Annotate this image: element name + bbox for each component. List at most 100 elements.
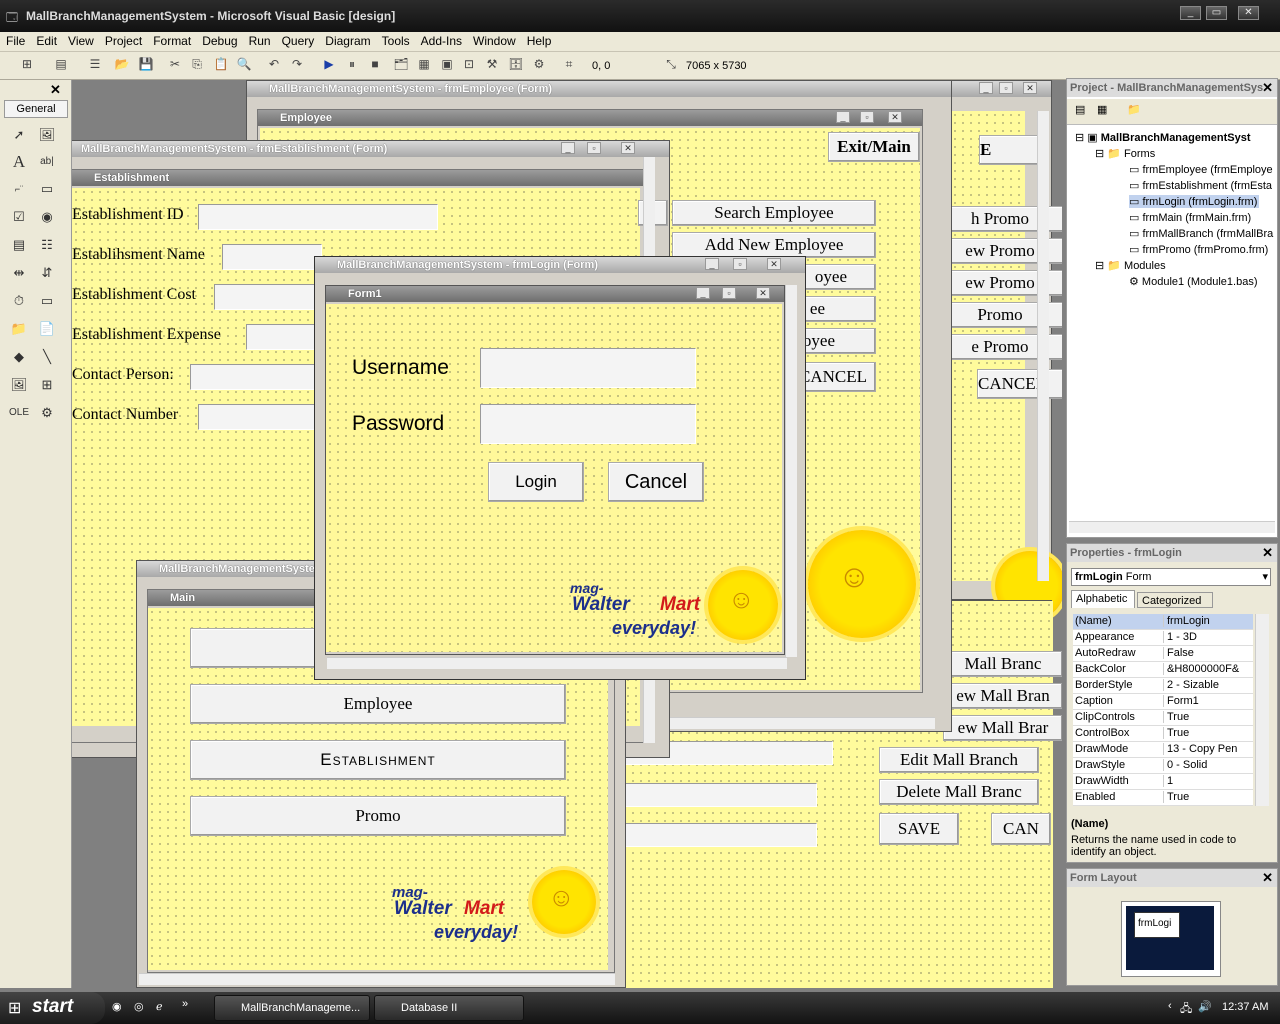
establishment-mdi-close-icon[interactable]: ✕ [621,142,635,154]
tree-form-item[interactable]: ▭ frmMain (frmMain.frm) [1129,211,1251,224]
menu-add-ins[interactable]: Add-Ins [415,32,467,48]
checkbox-tool-icon[interactable]: ☑ [9,207,29,227]
tree-form-item[interactable]: ▭ frmMallBranch (frmMallBra [1129,227,1273,240]
property-row[interactable]: Appearance 1 - 3D [1073,630,1253,646]
add-form-icon[interactable]: ▤ [52,57,70,74]
promo-vscrollbar[interactable] [1037,111,1049,581]
paste-icon[interactable]: 📋 [212,57,230,74]
mallbranch-field-3[interactable] [613,823,817,847]
dirlist-tool-icon[interactable]: 📁 [9,319,29,339]
property-value[interactable]: 1 [1163,775,1173,787]
toolbox-icon[interactable]: ⚒ [483,57,501,74]
tree-modules-folder[interactable]: ⊟ 📁 Modules [1095,259,1166,272]
mallbranch-cancel-button[interactable]: CAN [991,813,1051,845]
tab-alphabetic[interactable]: Alphabetic [1071,590,1135,608]
start-icon[interactable]: ▶ [320,57,338,74]
login-vscrollbar[interactable] [785,285,797,657]
property-row[interactable]: DrawWidth 1 [1073,774,1253,790]
menu-file[interactable]: File [0,32,30,48]
vscrollbar-tool-icon[interactable]: ⇵ [37,263,57,283]
property-row[interactable]: ControlBox True [1073,726,1253,742]
menu-edit[interactable]: Edit [30,32,62,48]
open-icon[interactable]: 📂 [113,57,131,74]
login-hscrollbar[interactable] [327,657,787,669]
establishment-cost-input[interactable] [214,284,322,310]
filelist-tool-icon[interactable]: 📄 [37,319,57,339]
property-value[interactable]: False [1163,647,1194,659]
project-explorer-icon[interactable]: 🗂 [392,57,410,74]
listbox-tool-icon[interactable]: ☷ [37,235,57,255]
property-value[interactable]: 0 - Solid [1163,759,1207,771]
menu-project[interactable]: Project [99,32,147,48]
login-form-title[interactable]: Form1 [326,286,784,302]
property-value[interactable]: 13 - Copy Pen [1163,743,1237,755]
username-input[interactable] [480,348,696,388]
establishment-name-input[interactable] [222,244,322,270]
tree-form-item[interactable]: ▭ frmPromo (frmPromo.frm) [1129,243,1268,256]
property-row[interactable]: BackColor &H8000000F& [1073,662,1253,678]
login-close-icon[interactable]: ✕ [756,287,770,299]
tray-network-icon[interactable]: 🖧 [1180,1000,1192,1019]
menu-query[interactable]: Query [276,32,320,48]
login-mdi-min-icon[interactable]: _ [705,258,719,270]
data-view-icon[interactable]: 🗄 [507,57,525,74]
menu-diagram[interactable]: Diagram [319,32,375,48]
main-hscrollbar[interactable] [139,973,615,985]
menu-help[interactable]: Help [521,32,557,48]
property-row[interactable]: Enabled True [1073,790,1253,806]
clock[interactable]: 12:37 AM [1222,1001,1268,1013]
label-tool-icon[interactable]: A [9,152,29,172]
tray-arrow-icon[interactable]: ‹ [1168,1000,1172,1012]
view-code-icon[interactable]: ▤ [1075,103,1085,116]
project-close-icon[interactable]: ✕ [1262,80,1273,96]
property-value[interactable]: &H8000000F& [1163,663,1239,675]
cancel-button[interactable]: Cancel [608,462,704,502]
establishment-id-input[interactable] [198,204,438,230]
form-position-preview[interactable]: frmLogi [1134,912,1180,938]
promo-close-icon[interactable]: ✕ [1023,82,1037,94]
employee-min-icon[interactable]: _ [836,111,850,123]
menu-editor-icon[interactable]: ☰ [86,57,104,74]
property-value[interactable]: 2 - Sizable [1163,679,1219,691]
save-icon[interactable]: 💾 [137,57,155,74]
employee-mdi-title[interactable]: MallBranchManagementSystem - frmEmployee… [247,81,951,97]
login-mdi-close-icon[interactable]: ✕ [767,258,781,270]
mallbranch-add-button[interactable]: ew Mall Bran [943,683,1062,709]
employee-max-icon[interactable]: ▫ [860,111,874,123]
property-row[interactable]: DrawMode 13 - Copy Pen [1073,742,1253,758]
menu-format[interactable]: Format [147,32,196,48]
find-icon[interactable]: 🔍 [235,57,253,74]
contact-person-input[interactable] [190,364,326,390]
timer-tool-icon[interactable]: ⏱ [9,291,29,311]
tree-forms-folder[interactable]: ⊟ 📁 Forms [1095,147,1155,160]
image-tool-icon[interactable]: 🖼 [9,375,29,395]
property-value[interactable]: True [1163,711,1189,723]
property-row[interactable]: BorderStyle 2 - Sizable [1073,678,1253,694]
employee-close-icon[interactable]: ✕ [888,111,902,123]
quicklaunch-explorer-icon[interactable]: ℯ [156,1000,163,1013]
login-mdi-title[interactable]: MallBranchManagementSystem - frmLogin (F… [315,257,805,273]
properties-close-icon[interactable]: ✕ [1262,545,1273,561]
project-hscrollbar[interactable] [1069,521,1275,533]
property-value[interactable]: Form1 [1163,695,1199,707]
tree-form-item-selected[interactable]: ▭ frmLogin (frmLogin.frm) [1129,195,1260,208]
property-row[interactable]: Caption Form1 [1073,694,1253,710]
close-icon[interactable]: ✕ [1238,6,1259,20]
establishment-mdi-max-icon[interactable]: ▫ [587,142,601,154]
property-row[interactable]: ClipControls True [1073,710,1253,726]
login-mdi-max-icon[interactable]: ▫ [733,258,747,270]
login-min-icon[interactable]: _ [696,287,710,299]
login-button[interactable]: Login [488,462,584,502]
menu-view[interactable]: View [62,32,99,48]
quicklaunch-expand-icon[interactable]: » [182,998,188,1010]
search-employee-button[interactable]: Search Employee [672,200,876,226]
undo-icon[interactable]: ↶ [265,57,283,74]
menu-debug[interactable]: Debug [196,32,242,48]
view-object-icon[interactable]: ▦ [1097,103,1107,116]
properties-window-icon[interactable]: ▦ [415,57,433,74]
redo-icon[interactable]: ↷ [288,57,306,74]
custom-control-icon[interactable]: ⚙ [37,403,57,423]
mallbranch-search-button[interactable]: Mall Branc [943,651,1062,677]
property-value[interactable]: 1 - 3D [1163,631,1197,643]
mallbranch-save-button[interactable]: SAVE [879,813,959,845]
